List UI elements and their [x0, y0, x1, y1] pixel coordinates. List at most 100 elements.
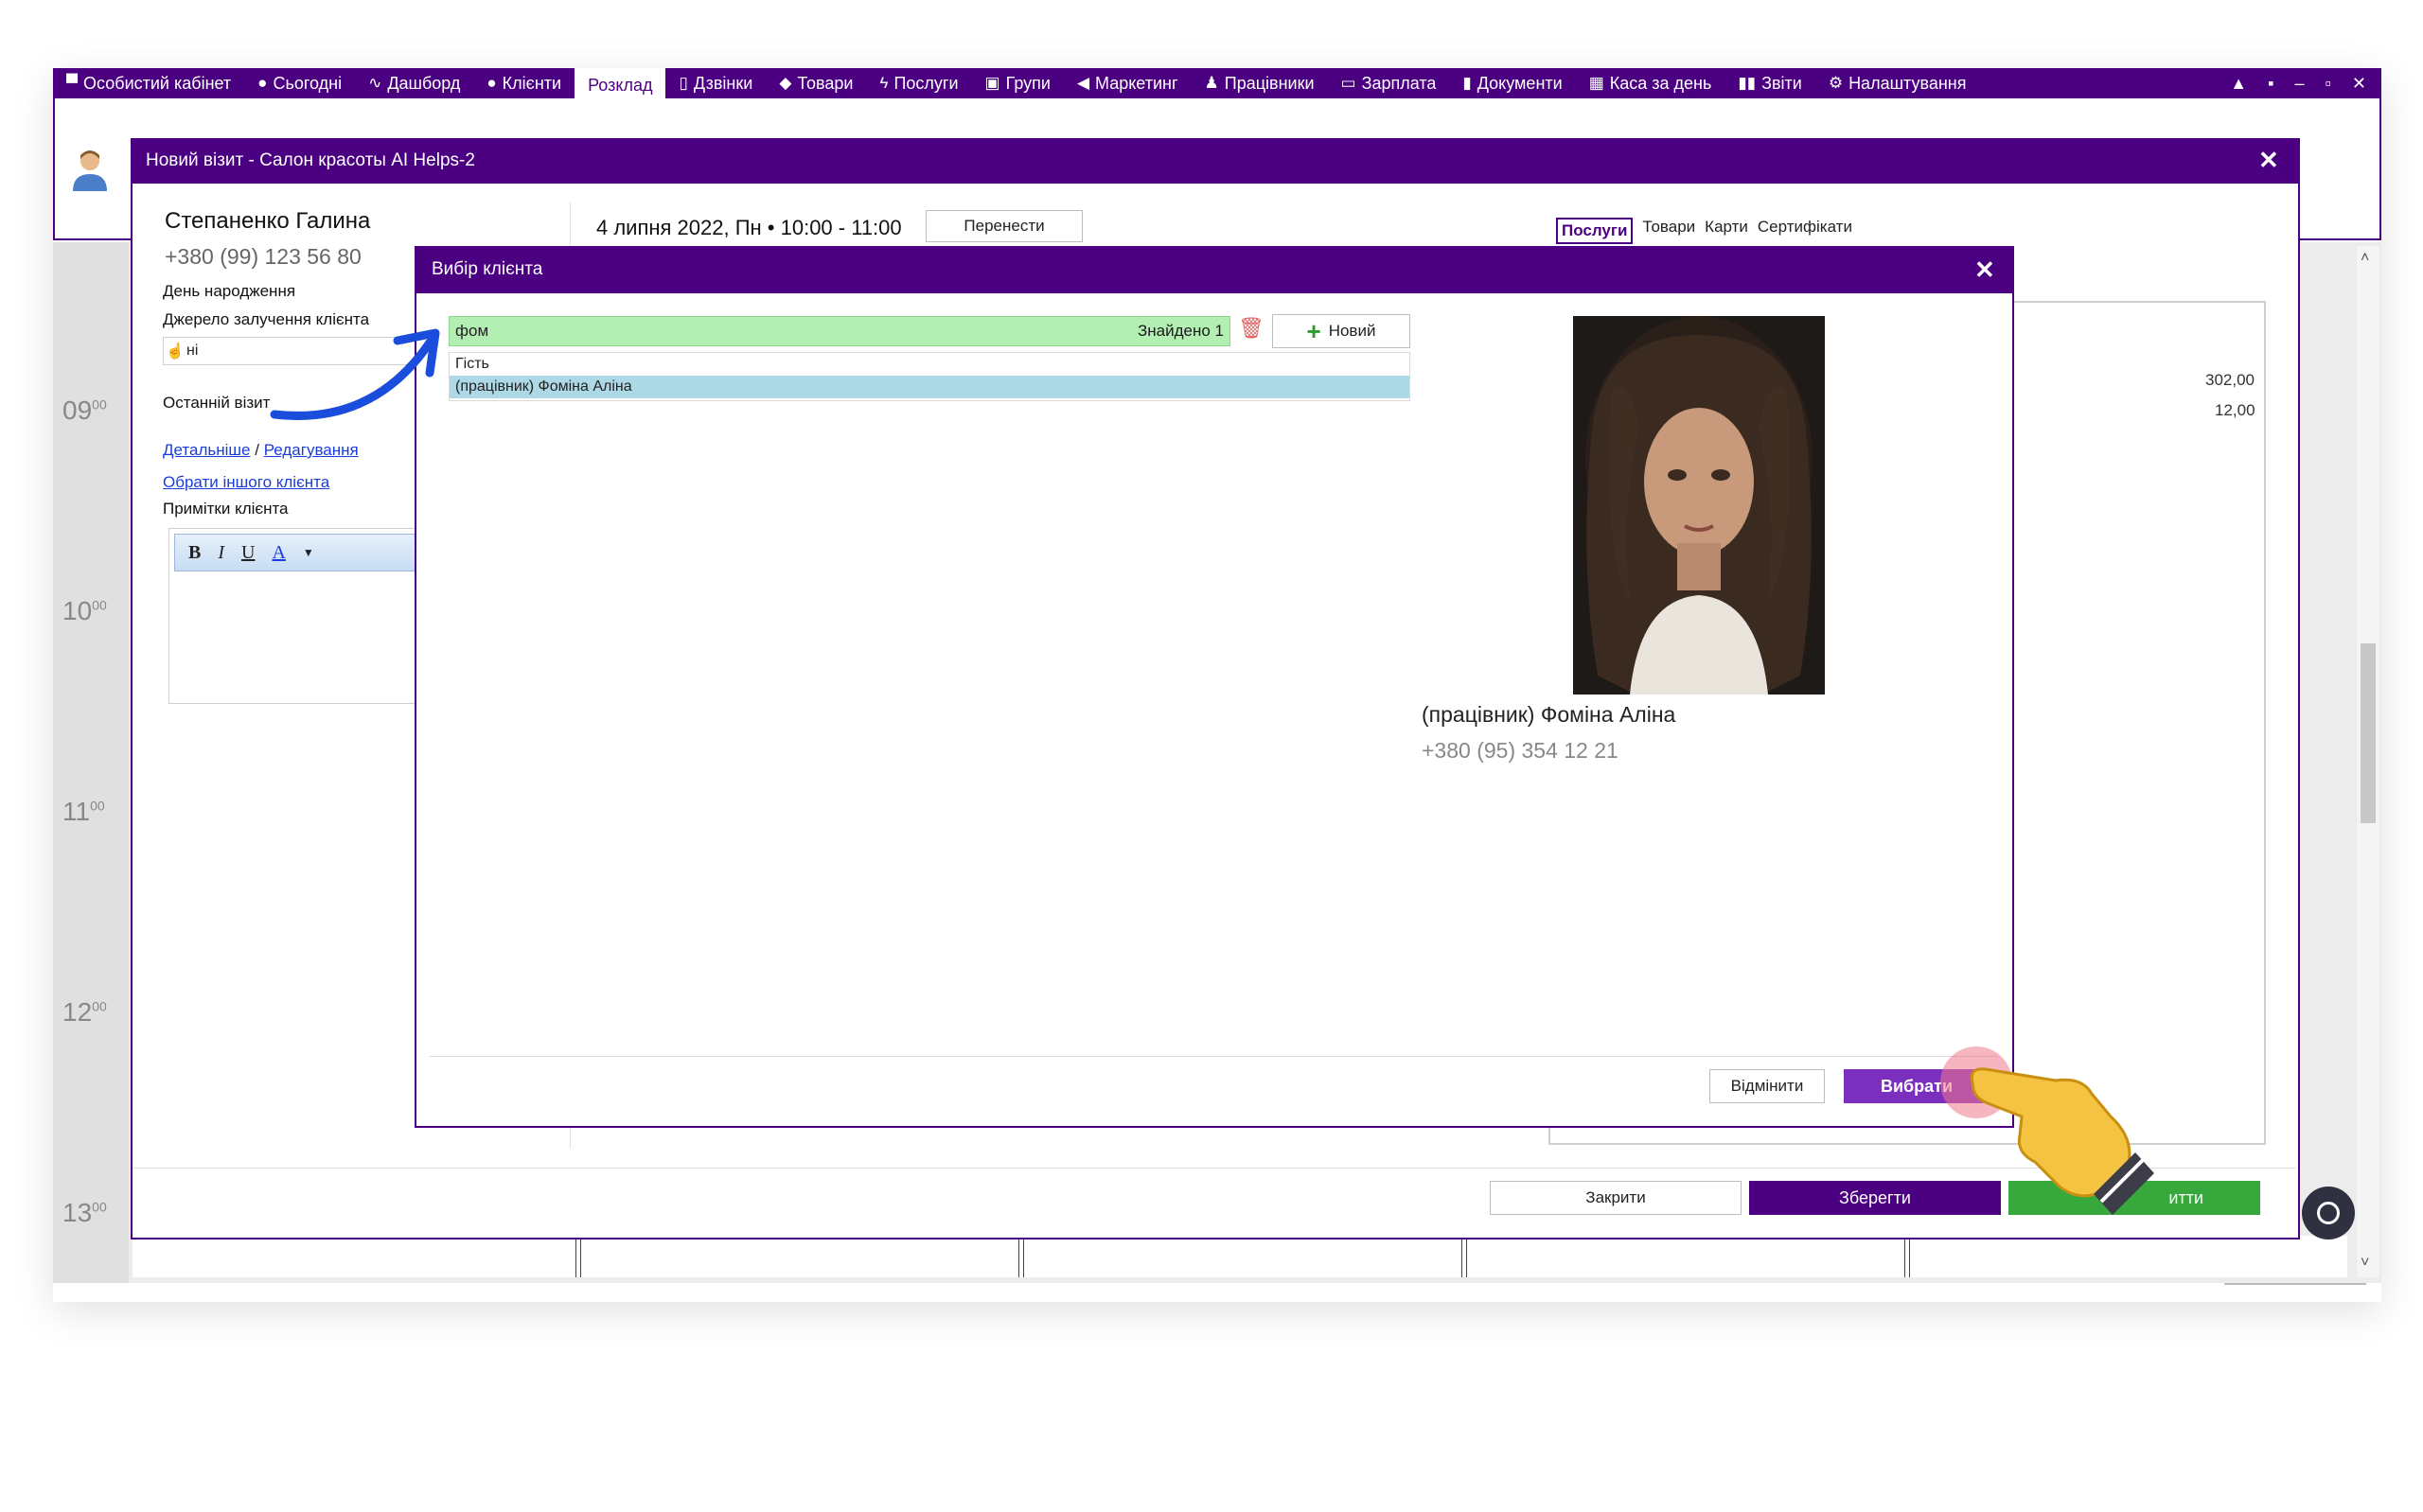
list-item[interactable]: (працівник) Фоміна Аліна [450, 376, 1409, 398]
nav-cash-day[interactable]: ▦ Каса за день [1576, 68, 1725, 98]
chevron-down-icon[interactable]: ▼ [303, 546, 314, 560]
time-label: 1000 [62, 596, 107, 625]
nav-calls[interactable]: ▯ Дзвінки [665, 68, 766, 98]
edit-link[interactable]: Редагування [264, 441, 359, 459]
nav-marketing[interactable]: ◀ Маркетинг [1064, 68, 1192, 98]
italic-icon[interactable]: I [218, 542, 224, 564]
client-picker-title-bar: Вибір клієнта [415, 246, 2014, 293]
employee-icon: ♟ [1204, 74, 1219, 92]
nav-reports[interactable]: ▮▮ Звіти [1724, 68, 1814, 98]
plus-icon: + [1306, 316, 1321, 345]
column-separator [575, 1236, 581, 1277]
window-controls: ▲ ▪ – ▫ ✕ [2230, 74, 2381, 94]
tab-certificates[interactable]: Сертифікати [1758, 218, 1852, 244]
visit-date: 4 липня 2022, Пн • 10:00 - 11:00 [596, 216, 902, 239]
birthday-label: День народження [163, 282, 296, 300]
scroll-up-icon[interactable]: ˄ [2361, 250, 2369, 267]
nav-goods[interactable]: ◆ Товари [766, 68, 866, 98]
bar-chart-icon: ▮▮ [1738, 74, 1757, 92]
client-links: Детальніше / Редагування [163, 441, 359, 459]
selected-client-phone: +380 (95) 354 12 21 [1422, 738, 1618, 763]
top-nav: ▀ Особистий кабінет ● Сьогодні ∿ Дашборд ● К… [53, 68, 2381, 102]
nav-services[interactable]: ϟ Послуги [866, 68, 971, 98]
trash-icon[interactable]: 🗑 [1238, 316, 1265, 341]
selected-client-name: (працівник) Фоміна Аліна [1422, 702, 1676, 727]
client-name: Степаненко Галина [165, 208, 371, 234]
phone-icon: ▯ [679, 74, 688, 92]
calculator-icon: ▦ [1588, 74, 1604, 92]
save-button[interactable]: Зберегти [1749, 1181, 2001, 1215]
time-label: 1100 [62, 797, 105, 826]
scrollbar-thumb[interactable] [2361, 643, 2376, 823]
nav-today[interactable]: ● Сьогодні [244, 68, 355, 98]
tab-services[interactable]: Послуги [1556, 218, 1634, 244]
visit-tabs: Послуги Товари Карти Сертифікати [1556, 218, 1852, 244]
group-icon: ▣ [984, 74, 1000, 92]
column-separator [1461, 1236, 1467, 1277]
details-link[interactable]: Детальніше [163, 441, 251, 459]
bold-icon[interactable]: B [188, 542, 201, 564]
pointer-icon: ☝ [166, 343, 185, 360]
user-avatar-icon[interactable] [70, 148, 110, 193]
money-icon: ▭ [1340, 74, 1356, 92]
megaphone-icon: ◀ [1076, 74, 1090, 92]
arrow-annotation [269, 322, 449, 426]
client-photo [1573, 316, 1825, 694]
bell-icon[interactable]: ▲ [2230, 74, 2247, 94]
picker-footer-divider [430, 1056, 1997, 1057]
client-search-input[interactable]: фом Знайдено 1 [449, 316, 1230, 346]
tab-cards[interactable]: Карти [1705, 218, 1748, 244]
nav-dashboard[interactable]: ∿ Дашборд [355, 68, 473, 98]
nav-settings[interactable]: ⚙ Налаштування [1815, 68, 1980, 98]
minimize-icon[interactable]: – [2295, 74, 2305, 94]
found-count: Знайдено 1 [1137, 322, 1224, 340]
close-button[interactable]: Закрити [1490, 1181, 1742, 1215]
client-results-list: Гість (працівник) Фоміна Аліна [449, 352, 1410, 401]
list-item[interactable]: Гість [450, 353, 1409, 376]
bolt-icon: ϟ [879, 74, 889, 92]
chat-ring [2317, 1202, 2340, 1224]
document-icon: ▮ [1462, 74, 1472, 92]
pulse-icon: ∿ [368, 74, 382, 92]
client-phone: +380 (99) 123 56 80 [165, 244, 362, 269]
lock-icon[interactable]: ▪ [2268, 74, 2273, 94]
time-label: 1300 [62, 1198, 107, 1227]
choose-other-client-link[interactable]: Обрати іншого клієнта [163, 473, 329, 492]
nav-salary[interactable]: ▭ Зарплата [1328, 68, 1450, 98]
new-visit-title-bar: Новий візит - Салон красоты AI Helps-2 [131, 138, 2300, 184]
box-icon: ◆ [779, 74, 792, 92]
zoom-slider[interactable] [2224, 1283, 2366, 1285]
move-visit-button[interactable]: Перенести [926, 210, 1083, 242]
amount-value: 12,00 [2215, 401, 2255, 419]
notes-toolbar: B I U A ▼ [174, 534, 420, 571]
amount-value: 302,00 [2205, 371, 2255, 389]
close-icon[interactable]: ✕ [2258, 146, 2279, 175]
font-color-icon[interactable]: A [272, 542, 285, 564]
nav-schedule[interactable]: Розклад [575, 68, 666, 102]
column-separator [1904, 1236, 1910, 1277]
clock-icon: ● [257, 74, 268, 92]
user-icon: ● [486, 74, 497, 92]
column-separator [1018, 1236, 1024, 1277]
nav-clients[interactable]: ● Клієнти [473, 68, 575, 98]
nav-employees[interactable]: ♟ Працівники [1192, 68, 1328, 98]
last-visit-label: Останній візит [163, 394, 271, 412]
time-label: 0900 [62, 396, 107, 425]
client-notes-label: Примітки клієнта [163, 500, 289, 518]
new-client-button[interactable]: + Новий [1272, 314, 1410, 348]
tab-goods[interactable]: Товари [1642, 218, 1695, 244]
gear-icon: ⚙ [1828, 74, 1844, 92]
calendar-columns-strip [133, 1236, 2347, 1277]
nav-documents[interactable]: ▮ Документи [1449, 68, 1575, 98]
cancel-button[interactable]: Відмінити [1709, 1069, 1825, 1103]
close-icon[interactable]: ✕ [1974, 255, 1995, 285]
briefcase-icon: ▀ [66, 74, 79, 92]
nav-personal-cabinet[interactable]: ▀ Особистий кабінет [53, 68, 244, 98]
close-window-icon[interactable]: ✕ [2352, 74, 2366, 94]
restore-icon[interactable]: ▫ [2326, 74, 2331, 94]
nav-groups[interactable]: ▣ Групи [972, 68, 1064, 98]
time-label: 1200 [62, 997, 107, 1027]
scroll-down-icon[interactable]: ˅ [2361, 1255, 2369, 1272]
pointing-hand-icon [1969, 1060, 2158, 1221]
underline-icon[interactable]: U [241, 542, 255, 564]
